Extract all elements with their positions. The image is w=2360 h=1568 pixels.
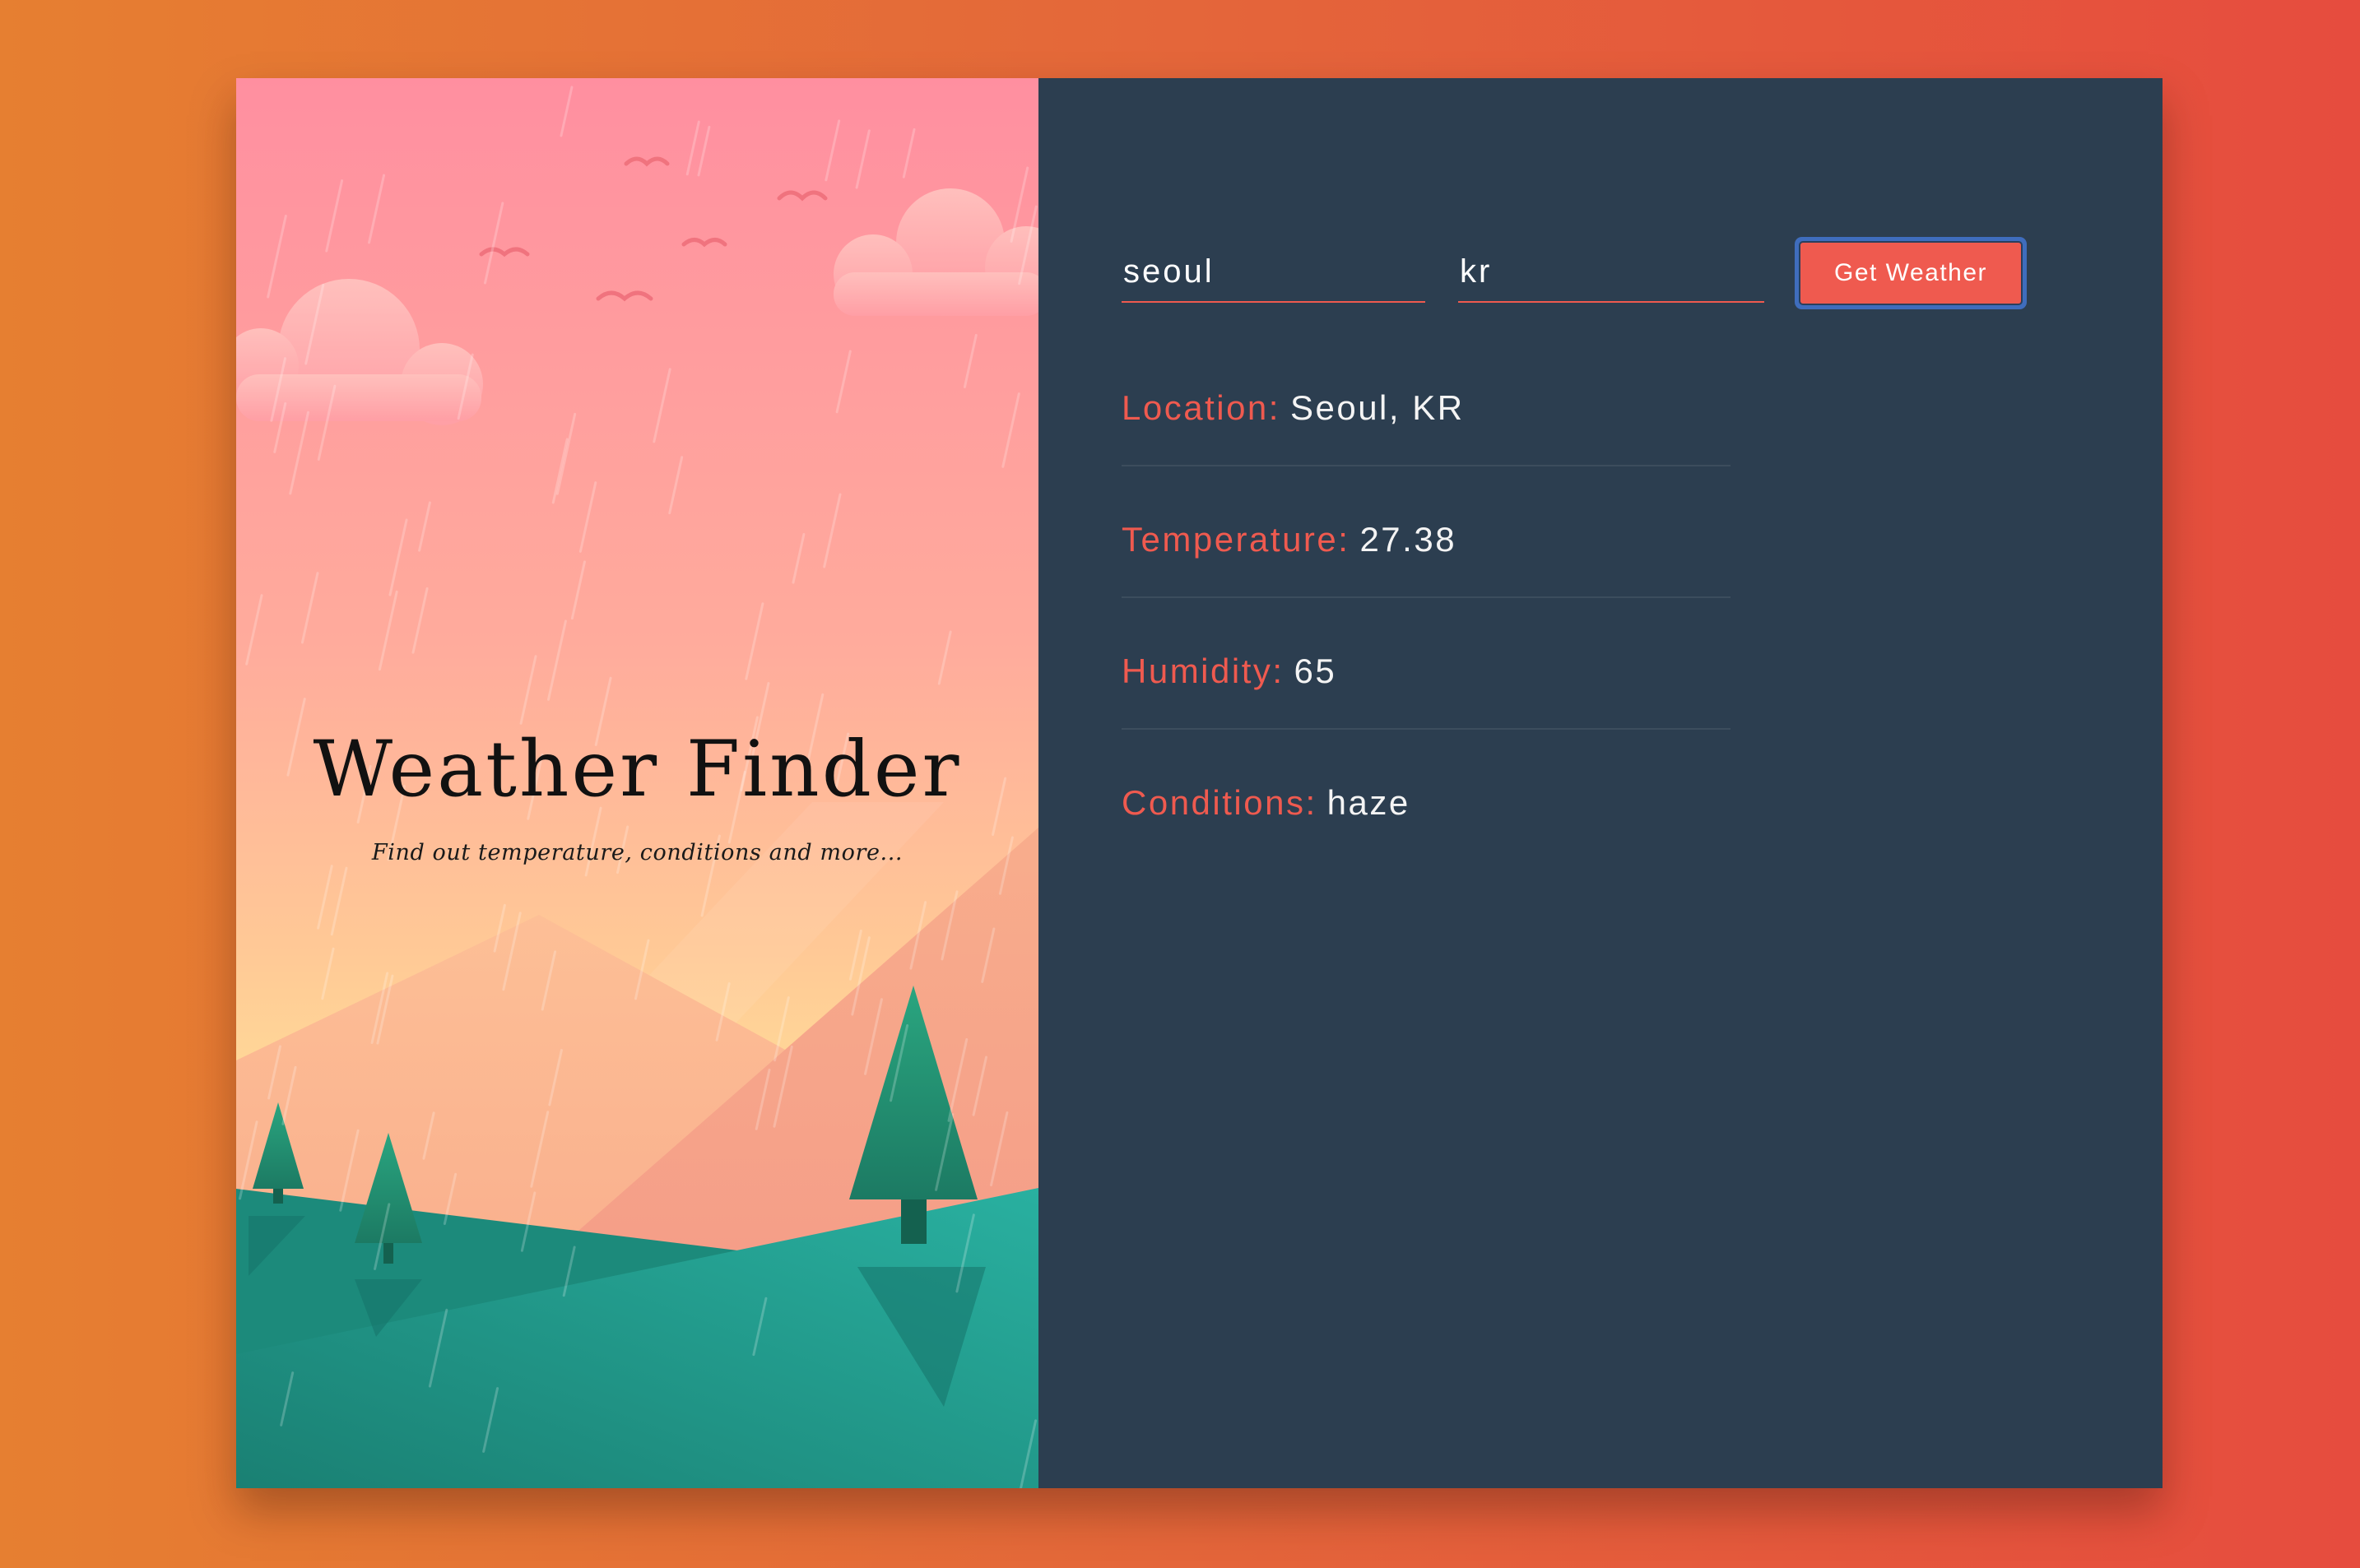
get-weather-button[interactable]: Get Weather — [1800, 243, 2021, 304]
conditions-label: Conditions: — [1122, 783, 1317, 822]
location-label: Location: — [1122, 388, 1280, 427]
conditions-value: haze — [1326, 783, 1410, 822]
temperature-label: Temperature: — [1122, 520, 1350, 559]
result-row-location: Location: Seoul, KR — [1122, 379, 1731, 466]
humidity-label: Humidity: — [1122, 652, 1285, 690]
location-value: Seoul, KR — [1289, 388, 1465, 427]
humidity-value: 65 — [1294, 652, 1337, 690]
result-row-humidity: Humidity: 65 — [1122, 643, 1731, 730]
city-input[interactable] — [1122, 243, 1425, 303]
result-row-conditions: Conditions: haze — [1122, 774, 1731, 860]
app-title: Weather Finder — [313, 725, 962, 814]
temperature-value: 27.38 — [1359, 520, 1457, 559]
country-input[interactable] — [1458, 243, 1764, 303]
weather-results: Location: Seoul, KR Temperature: 27.38 Hum… — [1122, 379, 1731, 860]
weather-card: Weather Finder Find out temperature, con… — [236, 78, 2163, 1488]
hero-panel: Weather Finder Find out temperature, con… — [236, 78, 1038, 1488]
result-row-temperature: Temperature: 27.38 — [1122, 511, 1731, 598]
weather-panel: Get Weather Location:Seoul, KR Temperatu… — [1038, 78, 2163, 1488]
app-subtitle: Find out temperature, conditions and mor… — [371, 840, 904, 865]
